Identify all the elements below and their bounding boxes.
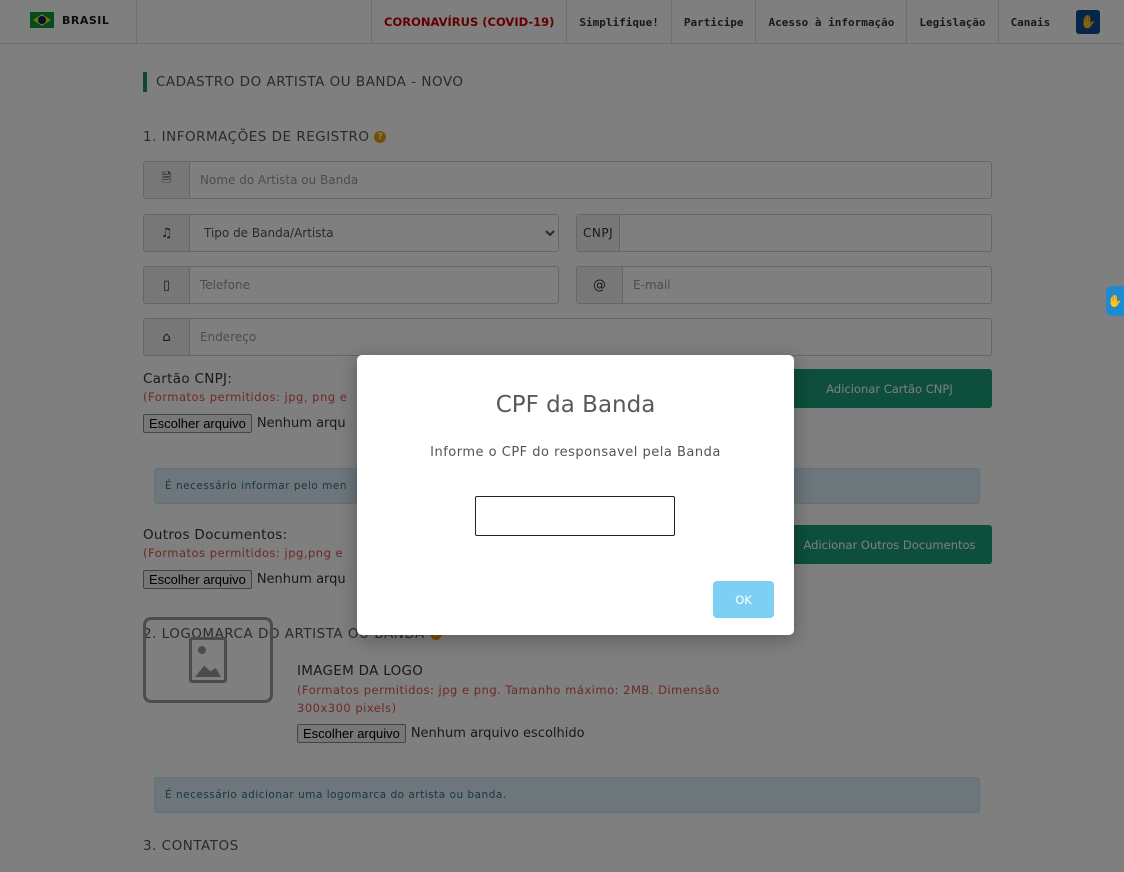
vlibras-side-icon[interactable]: ✋	[1106, 286, 1124, 316]
cpf-modal: CPF da Banda Informe o CPF do responsave…	[357, 355, 794, 635]
cpf-input[interactable]	[475, 496, 675, 536]
modal-title: CPF da Banda	[495, 392, 656, 418]
ok-button[interactable]: OK	[713, 581, 774, 618]
modal-text: Informe o CPF do responsavel pela Banda	[430, 445, 721, 460]
